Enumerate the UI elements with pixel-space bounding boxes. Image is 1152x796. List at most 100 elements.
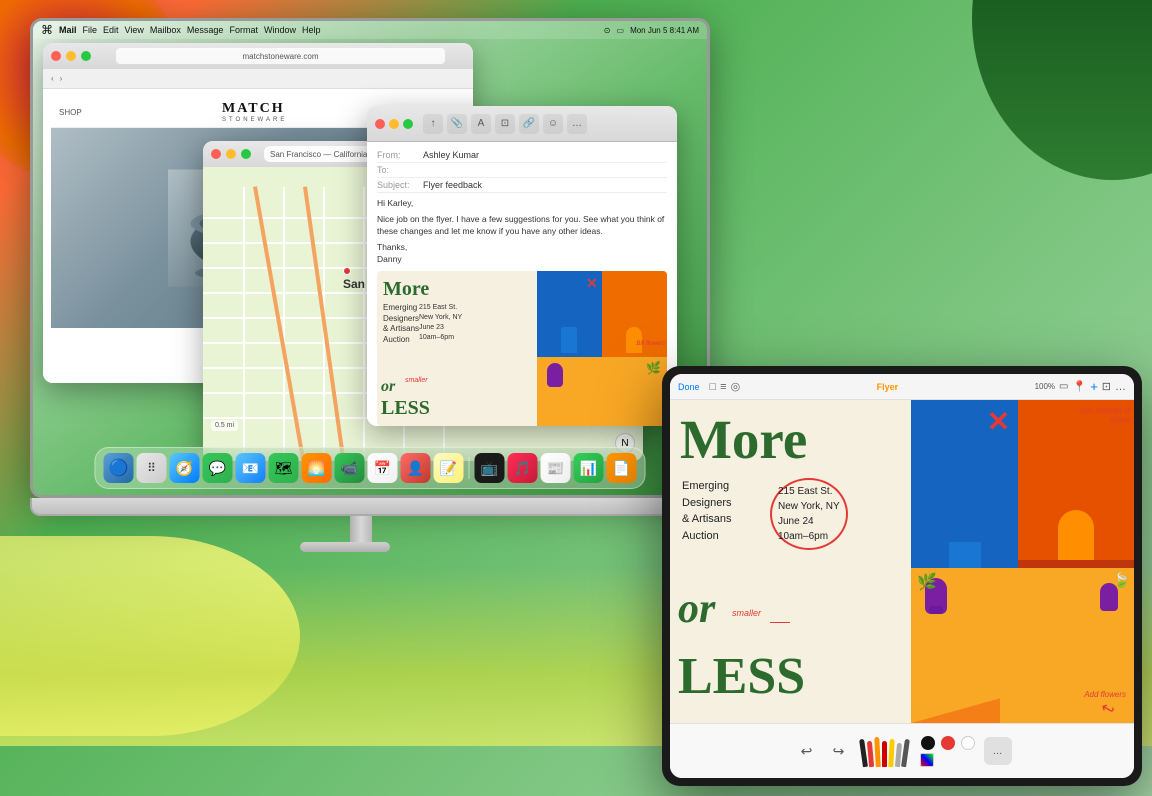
ipad-pin-icon[interactable]: 📍 — [1072, 380, 1086, 393]
emoji-button[interactable]: ☺ — [543, 114, 563, 134]
dock-notes[interactable]: 📝 — [434, 453, 464, 483]
ipad-pen-5[interactable] — [888, 739, 894, 767]
menu-edit[interactable]: Edit — [103, 25, 119, 35]
ipad-undo-button[interactable]: ↩ — [793, 737, 821, 765]
ipad-options-button[interactable]: … — [984, 737, 1012, 765]
ipad-pen-3[interactable] — [874, 737, 881, 767]
send-button[interactable]: ↑ — [423, 114, 443, 134]
ipad-circle-icon[interactable]: ◎ — [731, 380, 741, 393]
mail-compose-body[interactable]: Hi Karley, Nice job on the flyer. I have… — [377, 198, 667, 265]
color-white[interactable] — [961, 736, 975, 750]
menu-file[interactable]: File — [83, 25, 98, 35]
menu-view[interactable]: View — [125, 25, 144, 35]
menu-format[interactable]: Format — [229, 25, 258, 35]
screen-content: ⌘ Mail File Edit View Mailbox Message Fo… — [33, 21, 707, 495]
wifi-icon: ⊙ — [604, 26, 611, 35]
dock-photos[interactable]: 🌅 — [302, 453, 332, 483]
nav-forward[interactable]: › — [60, 74, 63, 83]
dock-safari[interactable]: 🧭 — [170, 453, 200, 483]
ipad-done-button[interactable]: Done — [678, 382, 700, 392]
color-black[interactable] — [921, 736, 935, 750]
ipad-toolbar-right: 100% ▭ 📍 + ⊡ … — [1035, 379, 1126, 394]
clock-display: Mon Jun 5 8:41 AM — [630, 26, 699, 35]
dock-numbers[interactable]: 📊 — [574, 453, 604, 483]
ipad-toolbar: Done □ ≡ ◎ Flyer 100% ▭ 📍 + ⊡ … — [670, 374, 1134, 400]
mail-compose-window[interactable]: ↑ 📎 A ⊡ 🔗 ☺ … From: Ashley Kumar — [367, 106, 677, 426]
format-button[interactable]: A — [471, 114, 491, 134]
match-logo-container: MATCH STONEWARE — [222, 101, 287, 123]
ipad-more-icon[interactable]: … — [1115, 381, 1126, 393]
ipad-pen-7[interactable] — [901, 739, 910, 767]
mail-toolbar: ↑ 📎 A ⊡ 🔗 ☺ … — [367, 106, 677, 142]
maximize-button[interactable] — [81, 51, 91, 61]
ipad-redo-button[interactable]: ↪ — [825, 737, 853, 765]
dock-finder[interactable]: 🔵 — [104, 453, 134, 483]
annotation-swirl: ↩ — [1096, 697, 1118, 721]
dock-pages[interactable]: 📄 — [607, 453, 637, 483]
menu-message[interactable]: Message — [187, 25, 224, 35]
flyer-large-less: LESS — [678, 651, 805, 703]
menubar-status: ⊙ ▭ Mon Jun 5 8:41 AM — [604, 26, 699, 35]
apple-menu-icon[interactable]: ⌘ — [41, 23, 53, 37]
ipad-title: Flyer — [746, 382, 1028, 392]
color-picker[interactable] — [920, 753, 934, 767]
minimize-button[interactable] — [66, 51, 76, 61]
dock-launchpad[interactable]: ⠿ — [137, 453, 167, 483]
close-button[interactable] — [51, 51, 61, 61]
ipad-add-button[interactable]: + — [1090, 379, 1098, 394]
dock-contacts[interactable]: 👤 — [401, 453, 431, 483]
dock-mail[interactable]: 📧 — [236, 453, 266, 483]
maps-maximize-button[interactable] — [241, 149, 251, 159]
ipad-pen-4[interactable] — [882, 741, 887, 767]
nav-back[interactable]: ‹ — [51, 74, 54, 83]
flyer-large-right: ✕ sun instead of moon — [911, 400, 1134, 723]
subject-field[interactable]: Subject: Flyer feedback — [377, 178, 667, 193]
more-button[interactable]: … — [567, 114, 587, 134]
mail-close-button[interactable] — [375, 119, 385, 129]
desktop: ⌘ Mail File Edit View Mailbox Message Fo… — [0, 0, 1152, 796]
menu-help[interactable]: Help — [302, 25, 321, 35]
mail-maximize-button[interactable] — [403, 119, 413, 129]
dock-messages[interactable]: 💬 — [203, 453, 233, 483]
imac-stand-neck — [350, 516, 372, 544]
mail-minimize-button[interactable] — [389, 119, 399, 129]
menu-mailbox[interactable]: Mailbox — [150, 25, 181, 35]
imac-screen: ⌘ Mail File Edit View Mailbox Message Fo… — [30, 18, 710, 498]
maps-minimize-button[interactable] — [226, 149, 236, 159]
flyer-right-panels: ✕ — [537, 271, 668, 426]
mail-toolbar-icons: ↑ 📎 A ⊡ 🔗 ☺ … — [423, 114, 587, 134]
menubar-items: File Edit View Mailbox Message Format Wi… — [83, 25, 321, 35]
dock-facetime[interactable]: 📹 — [335, 453, 365, 483]
ipad-color-dots — [920, 736, 976, 767]
color-red[interactable] — [941, 736, 955, 750]
ipad-flyer-content: More Emerging Designers & Artisans Aucti… — [670, 400, 1134, 723]
dock-calendar[interactable]: 📅 — [368, 453, 398, 483]
flyer-less-small: LESS — [381, 398, 430, 418]
ipad-color-row-2 — [920, 753, 976, 767]
dock-maps[interactable]: 🗺 — [269, 453, 299, 483]
photo-button[interactable]: ⊡ — [495, 114, 515, 134]
ipad-list-icon[interactable]: ≡ — [720, 381, 726, 393]
ipad[interactable]: Done □ ≡ ◎ Flyer 100% ▭ 📍 + ⊡ … — [662, 366, 1142, 786]
active-app-label[interactable]: Mail — [59, 25, 77, 35]
dock-appletv[interactable]: 📺 — [475, 453, 505, 483]
annotation-sun: sun instead of moon — [1080, 406, 1130, 424]
to-field[interactable]: To: — [377, 163, 667, 178]
ipad-color-row-1 — [920, 736, 976, 750]
ipad-bottom-toolbar: ↩ ↪ — [670, 723, 1134, 778]
safari-nav: ‹ › — [43, 69, 473, 89]
dock-separator — [469, 457, 470, 479]
attach-button[interactable]: 📎 — [447, 114, 467, 134]
menu-window[interactable]: Window — [264, 25, 296, 35]
site-logo-text: MATCH — [222, 101, 287, 117]
ipad-share-icon[interactable]: ⊡ — [1102, 380, 1111, 393]
link-button[interactable]: 🔗 — [519, 114, 539, 134]
flyer-design-small: More Emerging Designers & Artisans Aucti… — [377, 271, 667, 426]
maps-close-button[interactable] — [211, 149, 221, 159]
ipad-view-grid-icon[interactable]: □ — [710, 381, 717, 393]
address-bar[interactable]: matchstoneware.com — [116, 48, 445, 64]
match-shop-link[interactable]: SHOP — [59, 108, 82, 117]
dock-news[interactable]: 📰 — [541, 453, 571, 483]
dock-music[interactable]: 🎵 — [508, 453, 538, 483]
map-pin-chase[interactable] — [343, 267, 351, 275]
